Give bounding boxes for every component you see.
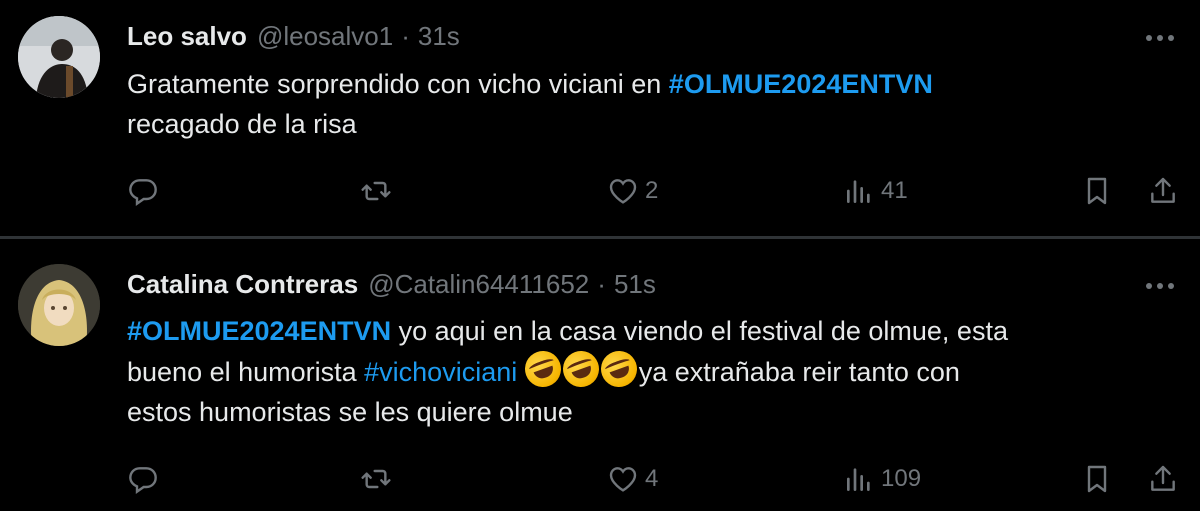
hashtag-link[interactable]: #OLMUE2024ENTVN bbox=[669, 69, 933, 99]
hashtag-link[interactable]: #OLMUE2024ENTVN bbox=[127, 316, 391, 346]
bookmark-icon bbox=[1087, 465, 1107, 493]
retweet-button[interactable] bbox=[360, 171, 398, 211]
author-name[interactable]: Catalina Contreras bbox=[127, 269, 358, 300]
rolling-on-floor-laughing-emoji-icon bbox=[519, 345, 566, 393]
tweet-text: Gratamente sorprendido con vicho viciani… bbox=[127, 64, 1167, 144]
like-button[interactable]: 4 bbox=[607, 459, 658, 499]
retweet-button[interactable] bbox=[360, 459, 398, 499]
tweet-header: Leo salvo @leosalvo1 · 31s bbox=[127, 16, 460, 56]
bookmark-button[interactable] bbox=[1081, 459, 1113, 499]
bookmark-icon bbox=[1087, 177, 1107, 205]
like-icon bbox=[609, 179, 637, 204]
views-button[interactable]: 41 bbox=[843, 171, 908, 211]
tweet-header: Catalina Contreras @Catalin64411652 · 51… bbox=[127, 264, 656, 304]
timeline-feed: Leo salvo @leosalvo1 · 31s Gratamente so… bbox=[0, 0, 1200, 511]
tweet-actions: 2 41 bbox=[127, 171, 1187, 211]
avatar[interactable] bbox=[18, 16, 100, 98]
share-icon bbox=[1151, 177, 1175, 203]
author-name[interactable]: Leo salvo bbox=[127, 21, 247, 52]
separator-dot: · bbox=[401, 20, 410, 51]
rolling-on-floor-laughing-emoji-icon bbox=[595, 345, 642, 393]
retweet-icon bbox=[361, 469, 391, 489]
hashtag-link[interactable]: #vichoviciani bbox=[364, 357, 517, 387]
tweet-text-segment: Gratamente sorprendido con vicho viciani… bbox=[127, 69, 669, 99]
author-handle[interactable]: @leosalvo1 bbox=[257, 21, 393, 52]
share-button[interactable] bbox=[1147, 459, 1179, 499]
share-icon bbox=[1151, 465, 1175, 491]
like-button[interactable]: 2 bbox=[607, 171, 658, 211]
reply-button[interactable] bbox=[127, 459, 165, 499]
tweet-actions: 4 109 bbox=[127, 459, 1187, 499]
more-icon[interactable] bbox=[1142, 23, 1178, 53]
timestamp[interactable]: 51s bbox=[614, 269, 656, 300]
reply-icon bbox=[129, 179, 157, 206]
tweet[interactable]: Catalina Contreras @Catalin64411652 · 51… bbox=[0, 239, 1200, 511]
avatar[interactable] bbox=[18, 264, 100, 346]
views-icon bbox=[847, 468, 870, 491]
like-count: 4 bbox=[645, 465, 659, 492]
more-icon[interactable] bbox=[1142, 271, 1178, 301]
views-count: 41 bbox=[881, 177, 908, 204]
views-button[interactable]: 109 bbox=[843, 459, 921, 499]
bookmark-button[interactable] bbox=[1081, 171, 1113, 211]
timestamp[interactable]: 31s bbox=[418, 21, 460, 52]
rolling-on-floor-laughing-emoji-icon bbox=[557, 345, 604, 393]
views-icon bbox=[847, 180, 870, 203]
like-count: 2 bbox=[645, 177, 659, 204]
views-count: 109 bbox=[881, 465, 922, 492]
reply-button[interactable] bbox=[127, 171, 165, 211]
author-handle[interactable]: @Catalin64411652 bbox=[368, 269, 589, 300]
retweet-icon bbox=[361, 181, 391, 201]
tweet-text-segment: recagado de la risa bbox=[127, 109, 357, 139]
tweet-text-segment bbox=[517, 357, 525, 387]
like-icon bbox=[609, 467, 637, 492]
share-button[interactable] bbox=[1147, 171, 1179, 211]
reply-icon bbox=[129, 467, 157, 494]
tweet-text: #OLMUE2024ENTVN yo aqui en la casa viend… bbox=[127, 311, 1167, 432]
tweet[interactable]: Leo salvo @leosalvo1 · 31s Gratamente so… bbox=[0, 0, 1200, 236]
separator-dot: · bbox=[597, 268, 606, 299]
